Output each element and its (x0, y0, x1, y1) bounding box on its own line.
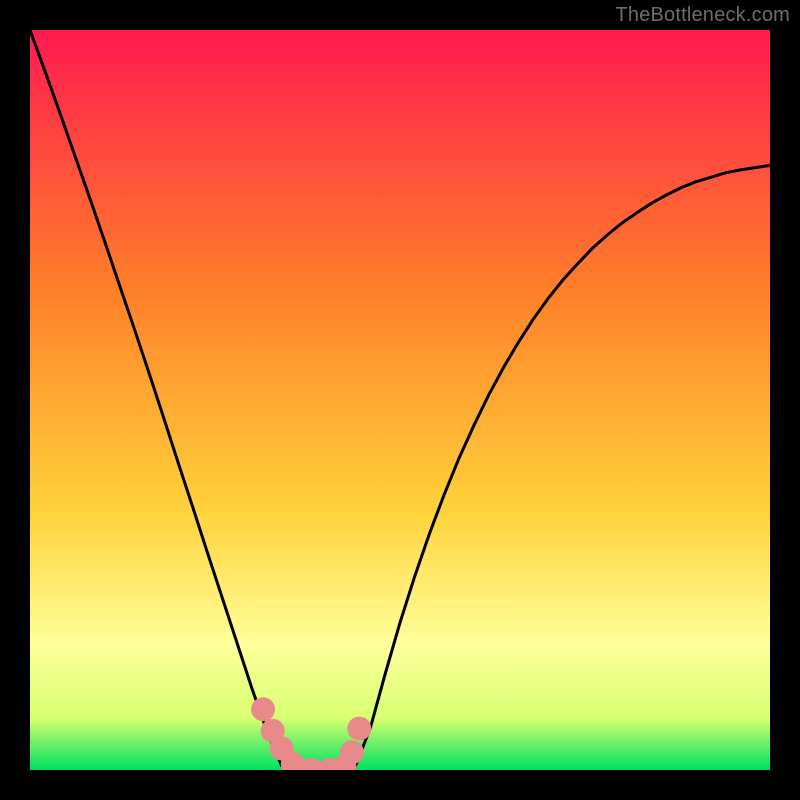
curve-marker (347, 717, 371, 741)
watermark-text: TheBottleneck.com (615, 4, 790, 27)
curve-marker (340, 740, 364, 764)
curve-marker (251, 697, 275, 721)
chart-plot-area (30, 30, 770, 770)
chart-svg (30, 30, 770, 770)
gradient-background (30, 30, 770, 770)
chart-frame: TheBottleneck.com (0, 0, 800, 800)
